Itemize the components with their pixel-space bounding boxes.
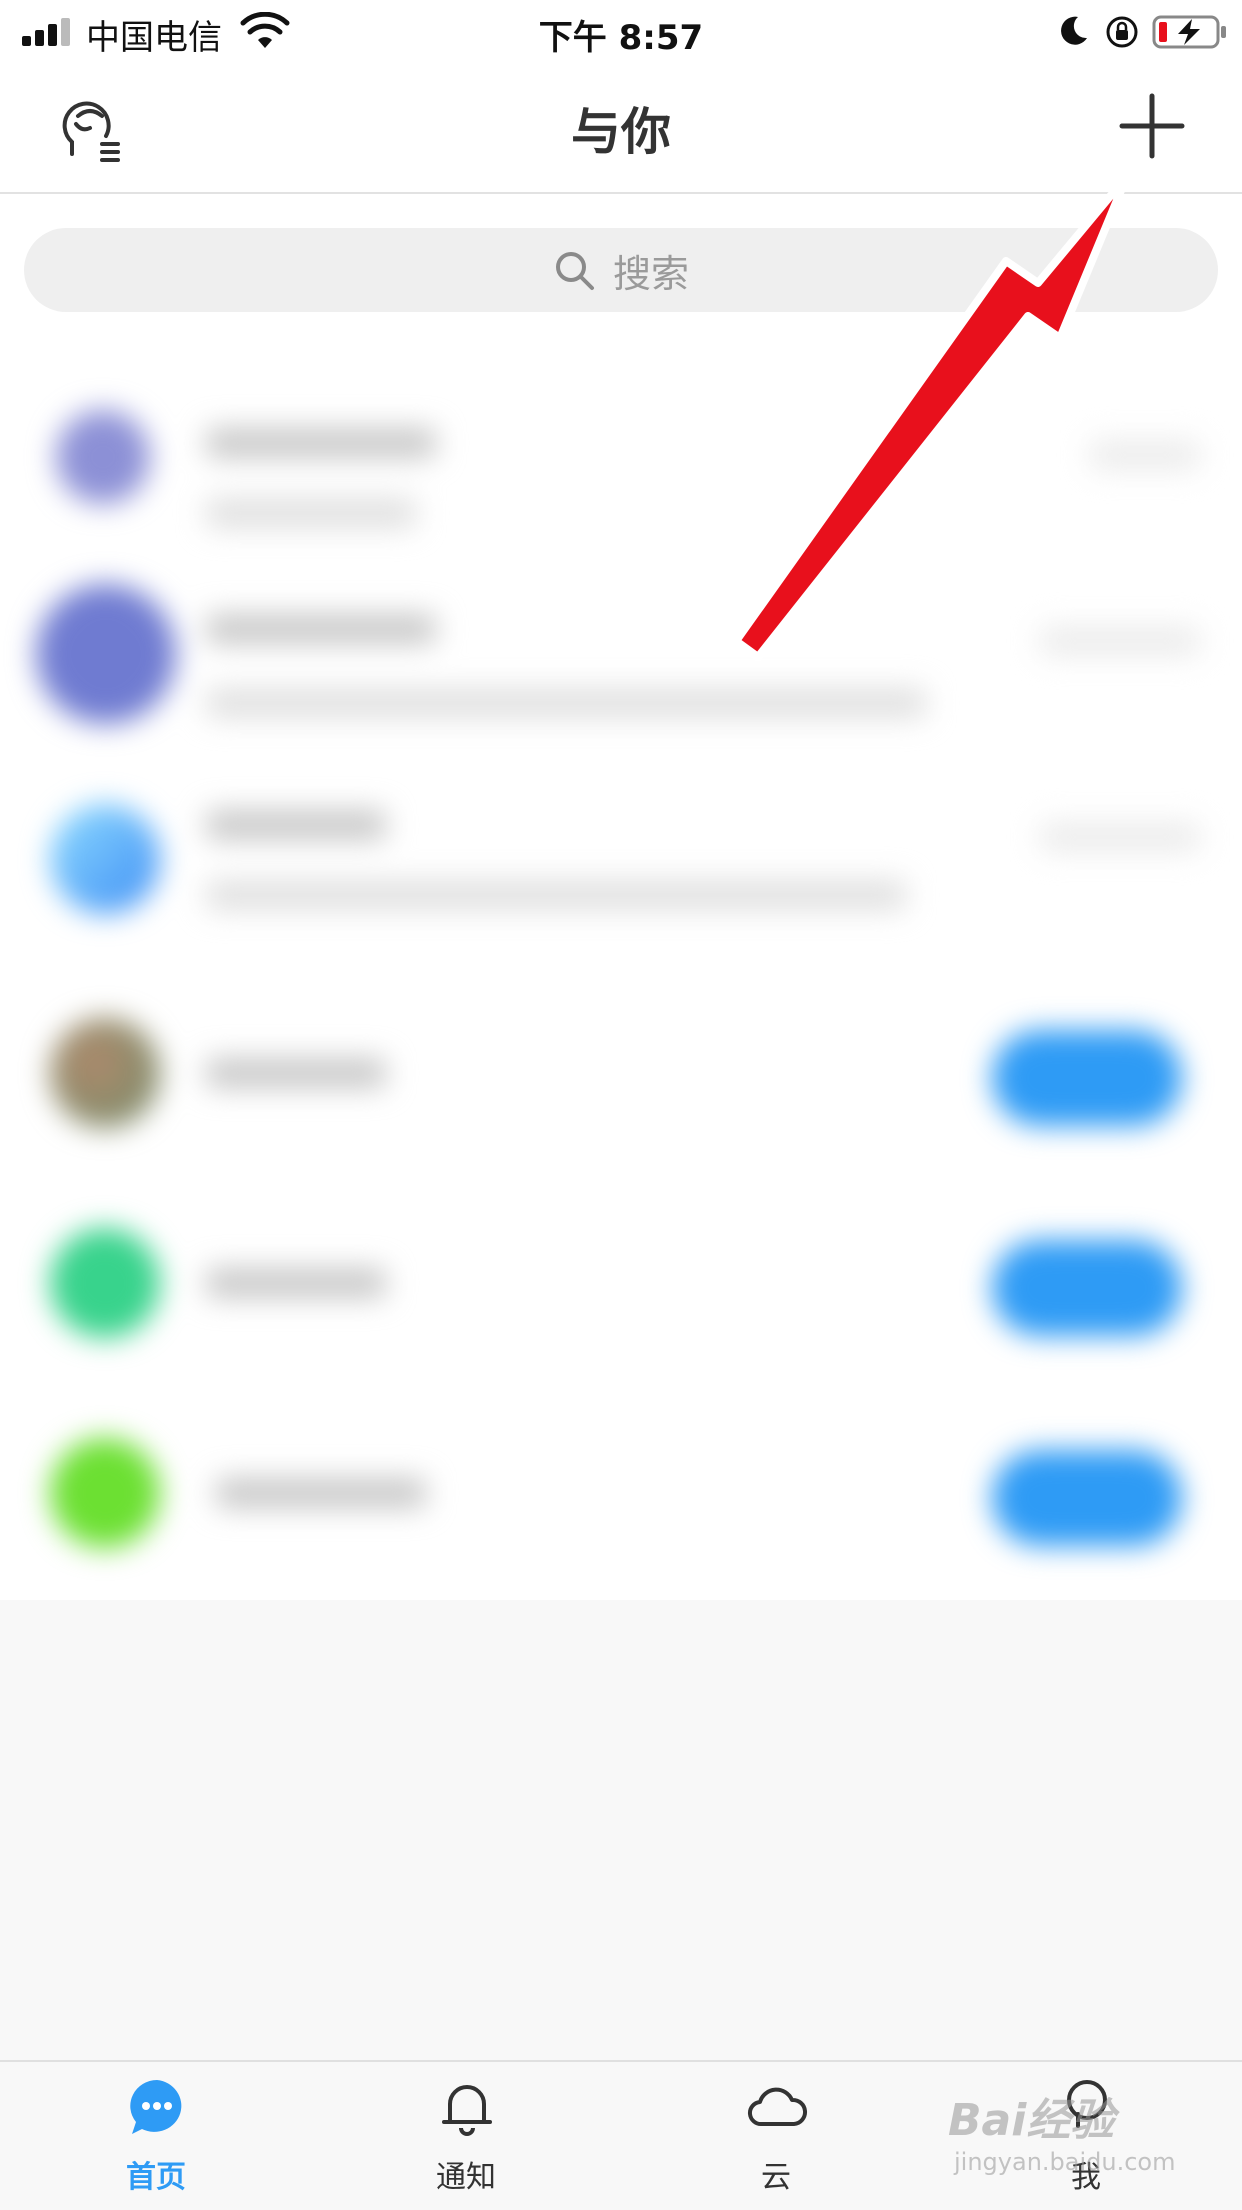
watermark-brand: Bai [948, 2095, 1027, 2146]
blurred-title [206, 614, 436, 644]
avatar [36, 584, 176, 724]
search-bar[interactable]: 搜索 [24, 228, 1218, 312]
tab-label: 通知 [436, 2160, 496, 2195]
avatar [50, 1228, 160, 1338]
search-icon [555, 252, 594, 290]
search-content: 搜索 [24, 228, 1218, 312]
tab-label: 首页 [126, 2160, 186, 2195]
chat-list [0, 340, 1242, 1600]
blurred-title [206, 1058, 386, 1088]
tab-cloud[interactable]: 云 [676, 2062, 876, 2210]
blurred-subtitle [206, 498, 416, 528]
blurred-time [1040, 822, 1200, 852]
watermark-logo: Bai经验 [948, 2084, 1114, 2148]
plus-icon[interactable] [1112, 86, 1192, 166]
avatar [56, 410, 150, 504]
blurred-time [1090, 440, 1200, 470]
avatar [50, 1018, 160, 1128]
list-item[interactable] [0, 780, 1242, 980]
cloud-icon [747, 2087, 807, 2127]
tab-home[interactable]: 首页 [56, 2062, 256, 2210]
list-item[interactable] [0, 1190, 1242, 1390]
blurred-title [206, 1268, 386, 1298]
search-placeholder: 搜索 [612, 251, 689, 296]
status-bar: 中国电信 下午 8:57 [0, 0, 1242, 64]
blurred-time [1040, 626, 1200, 656]
blurred-title [206, 428, 436, 458]
list-item[interactable] [0, 370, 1242, 570]
list-item[interactable] [0, 1400, 1242, 1600]
bell-icon [442, 2085, 492, 2136]
moon-icon [1061, 16, 1087, 45]
blurred-title [216, 1478, 426, 1508]
tab-label: 云 [761, 2160, 791, 2195]
avatar [50, 1438, 160, 1548]
blurred-action-button[interactable] [992, 1450, 1182, 1546]
battery-charging-icon [1152, 15, 1226, 49]
list-item[interactable] [0, 980, 1242, 1180]
nav-header: 与你 [0, 64, 1242, 194]
tab-notifications[interactable]: 通知 [366, 2062, 566, 2210]
chat-bubble-icon [130, 2080, 182, 2134]
blurred-subtitle [206, 688, 926, 718]
list-item[interactable] [0, 570, 1242, 770]
avatar [50, 804, 160, 914]
watermark-site: jingyan.baidu.com [954, 2148, 1176, 2176]
rotation-lock-icon [1106, 16, 1138, 48]
empty-area [0, 1600, 1242, 2060]
watermark-suffix: 经验 [1026, 2095, 1115, 2146]
blurred-subtitle [206, 880, 906, 910]
blurred-action-button[interactable] [992, 1030, 1182, 1126]
page-title: 与你 [571, 103, 671, 161]
blurred-action-button[interactable] [992, 1240, 1182, 1336]
blurred-title [206, 810, 386, 840]
